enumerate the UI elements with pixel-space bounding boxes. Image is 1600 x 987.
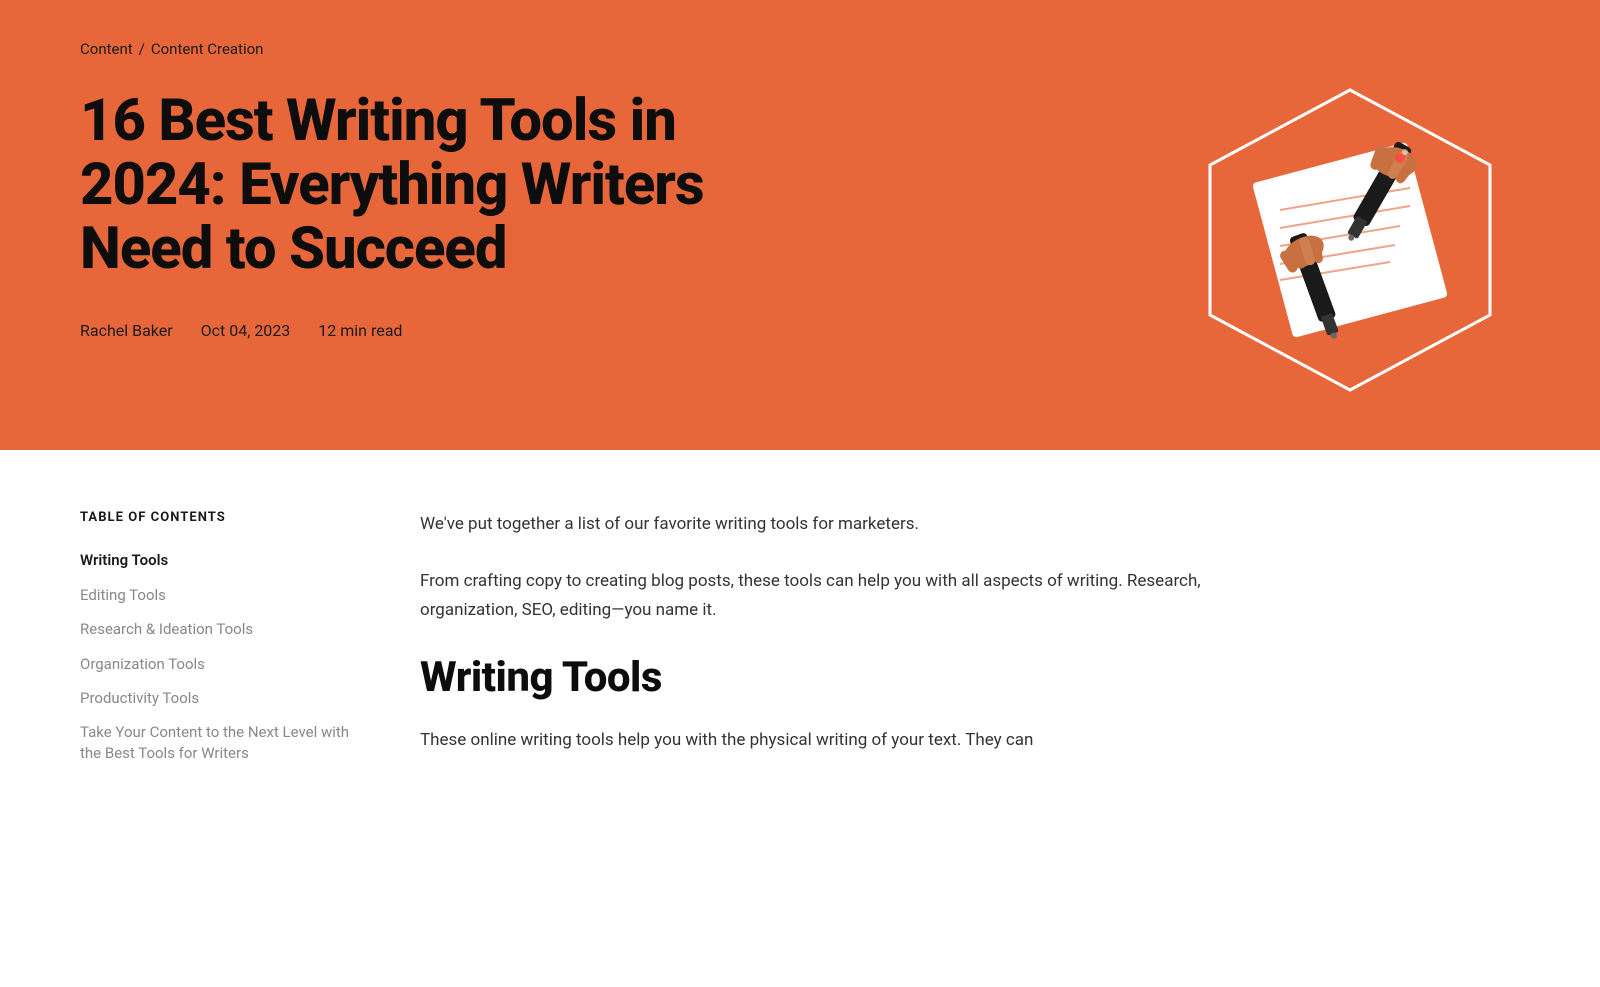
intro-paragraph-2: From crafting copy to creating blog post… [420, 567, 1240, 625]
hero-content: 16 Best Writing Tools in 2024: Everythin… [80, 90, 1520, 400]
writing-tools-heading: Writing Tools [420, 653, 1240, 702]
read-time: 12 min read [318, 321, 402, 340]
hero-illustration [1180, 80, 1520, 400]
breadcrumb-separator: / [139, 40, 145, 58]
toc-list: Writing Tools Editing Tools Research & I… [80, 545, 360, 768]
breadcrumb: Content / Content Creation [80, 40, 1520, 58]
toc-item-research-ideation-tools[interactable]: Research & Ideation Tools [80, 614, 360, 645]
toc-item-productivity-tools[interactable]: Productivity Tools [80, 683, 360, 714]
toc-item-conclusion[interactable]: Take Your Content to the Next Level with… [80, 718, 360, 768]
hero-meta: Rachel Baker Oct 04, 2023 12 min read [80, 321, 760, 340]
main-content: TABLE OF CONTENTS Writing Tools Editing … [0, 450, 1600, 828]
intro-paragraph-1: We've put together a list of our favorit… [420, 510, 1240, 539]
toc-heading: TABLE OF CONTENTS [80, 510, 360, 525]
hero-section: Content / Content Creation 16 Best Writi… [0, 0, 1600, 450]
hero-text-block: 16 Best Writing Tools in 2024: Everythin… [80, 90, 760, 340]
toc-item-writing-tools[interactable]: Writing Tools [80, 545, 360, 576]
page-title: 16 Best Writing Tools in 2024: Everythin… [80, 90, 760, 281]
breadcrumb-current[interactable]: Content Creation [151, 40, 264, 58]
toc-item-organization-tools[interactable]: Organization Tools [80, 649, 360, 680]
table-of-contents: TABLE OF CONTENTS Writing Tools Editing … [80, 510, 360, 768]
article-body: We've put together a list of our favorit… [420, 510, 1240, 768]
toc-item-editing-tools[interactable]: Editing Tools [80, 580, 360, 611]
writing-tools-intro: These online writing tools help you with… [420, 726, 1240, 755]
publish-date: Oct 04, 2023 [201, 321, 291, 340]
author-name: Rachel Baker [80, 321, 173, 340]
breadcrumb-parent[interactable]: Content [80, 40, 133, 58]
